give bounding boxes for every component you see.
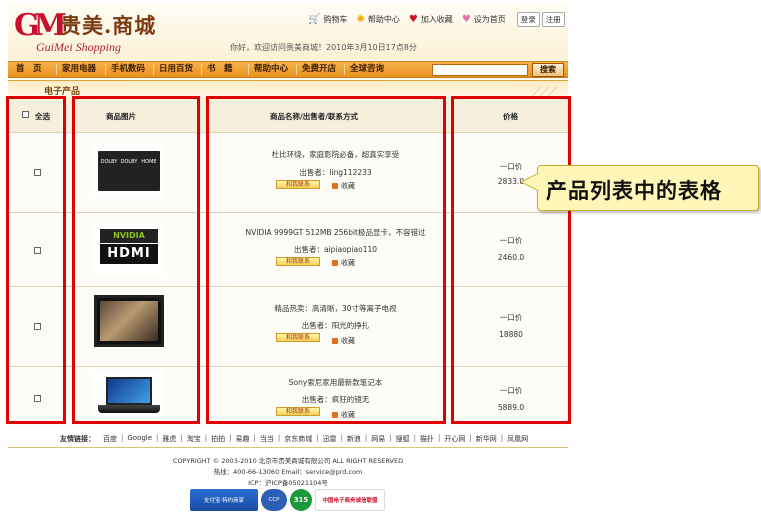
callout-text: 产品列表中的表格 xyxy=(546,179,722,203)
nav-divider xyxy=(153,64,154,75)
heart-icon: ♥ xyxy=(408,13,418,25)
top-links: 🛒 购物车 ✺ 帮助中心 ♥ 加入收藏 ♥ 设为首页 登录 注册 xyxy=(308,11,565,27)
nav-item-help[interactable]: 帮助中心 xyxy=(254,62,288,77)
friend-link[interactable]: 拍拍 xyxy=(211,434,225,444)
friend-link[interactable]: Google xyxy=(127,434,152,444)
copyright-text: COPYRIGHT © 2003-2010 北京市贵美商城有限公司 ALL RI… xyxy=(172,457,404,465)
annotation-callout: 产品列表中的表格 xyxy=(537,165,759,211)
icp-text: ICP：沪ICP备05021104号 xyxy=(248,479,328,487)
main-nav: 首 页 家用电器 手机数码 日用百货 书 籍 帮助中心 免费开店 全球咨询 搜索 xyxy=(8,61,568,78)
welcome-text: 你好，欢迎访问贵美商城！2010年3月10日17点8分 xyxy=(230,43,417,52)
highlight-box-price-column xyxy=(451,96,571,424)
favorite-link[interactable]: ♥ 加入收藏 xyxy=(409,14,453,25)
315-badge[interactable]: 315 xyxy=(290,489,312,511)
ccp-badge[interactable]: CCP xyxy=(261,489,287,511)
friend-links: 友情链接： 百度 | Google | 雅虎 | 淘宝 | 拍拍 | 易趣 | 当当 | 京东… xyxy=(60,434,529,444)
friend-link[interactable]: 当当 xyxy=(260,434,274,444)
friend-link[interactable]: 凤凰网 xyxy=(507,434,528,444)
friend-link[interactable]: 开心网 xyxy=(444,434,465,444)
friend-link[interactable]: 淘宝 xyxy=(187,434,201,444)
nav-divider xyxy=(105,64,106,75)
help-icon: ✺ xyxy=(356,13,365,25)
register-button[interactable]: 注册 xyxy=(541,11,565,27)
friend-links-title: 友情链接： xyxy=(60,435,95,443)
trust-badges: 支付宝·特约商家 CCP 315 中国电子商务诚信联盟 xyxy=(190,488,388,512)
nav-divider xyxy=(56,64,57,75)
nav-item-digital[interactable]: 手机数码 xyxy=(111,62,145,77)
nav-item-appliances[interactable]: 家用电器 xyxy=(62,62,96,77)
highlight-box-name-column xyxy=(206,96,446,424)
nav-item-global[interactable]: 全球咨询 xyxy=(350,62,384,77)
homepage-link[interactable]: ♥ 设为首页 xyxy=(462,14,506,25)
logo-mark: GM xyxy=(14,8,67,43)
friend-link[interactable]: 百度 xyxy=(103,434,117,444)
friend-link[interactable]: 搜狐 xyxy=(396,434,410,444)
integrity-union-badge[interactable]: 中国电子商务诚信联盟 xyxy=(315,489,385,511)
friend-link[interactable]: 网易 xyxy=(371,434,385,444)
site-header: GM 贵美.商城 GuiMei Shopping 🛒 购物车 ✺ 帮助中心 ♥ … xyxy=(8,2,568,60)
search-button[interactable]: 搜索 xyxy=(532,63,564,77)
logo-title: 贵美.商城 xyxy=(60,13,157,38)
friend-link[interactable]: 迅雷 xyxy=(323,434,337,444)
highlight-box-select-column xyxy=(6,96,66,424)
search-input[interactable] xyxy=(432,64,528,76)
nav-item-open-shop[interactable]: 免费开店 xyxy=(302,62,336,77)
hotline-text: 热线：400-66-13060 Email：service@prd.com xyxy=(213,468,363,476)
friend-link[interactable]: 雅虎 xyxy=(162,434,176,444)
highlight-box-image-column xyxy=(72,96,200,424)
cart-link[interactable]: 🛒 购物车 xyxy=(308,14,347,25)
logo-subtitle: GuiMei Shopping xyxy=(36,40,121,54)
site-logo[interactable]: GM 贵美.商城 GuiMei Shopping xyxy=(8,2,188,60)
cart-icon: 🛒 xyxy=(308,13,321,25)
nav-divider xyxy=(248,64,249,75)
alipay-badge[interactable]: 支付宝·特约商家 xyxy=(190,489,258,511)
home-icon: ♥ xyxy=(461,13,471,25)
callout-pointer-fill xyxy=(522,174,538,190)
friend-link[interactable]: 新浪 xyxy=(347,434,361,444)
friend-link[interactable]: 猫扑 xyxy=(420,434,434,444)
nav-item-home[interactable]: 首 页 xyxy=(16,62,42,77)
nav-divider xyxy=(296,64,297,75)
nav-item-daily[interactable]: 日用百货 xyxy=(159,62,193,77)
nav-divider xyxy=(201,64,202,75)
nav-item-books[interactable]: 书 籍 xyxy=(207,62,233,77)
friend-link[interactable]: 易趣 xyxy=(235,434,249,444)
login-button[interactable]: 登录 xyxy=(516,11,540,27)
nav-divider xyxy=(344,64,345,75)
friend-link[interactable]: 京东商城 xyxy=(284,434,312,444)
help-link[interactable]: ✺ 帮助中心 xyxy=(356,14,399,25)
footer-divider xyxy=(8,447,568,448)
friend-link[interactable]: 新华网 xyxy=(476,434,497,444)
section-bar: 电子产品 ／／／ xyxy=(8,80,568,98)
